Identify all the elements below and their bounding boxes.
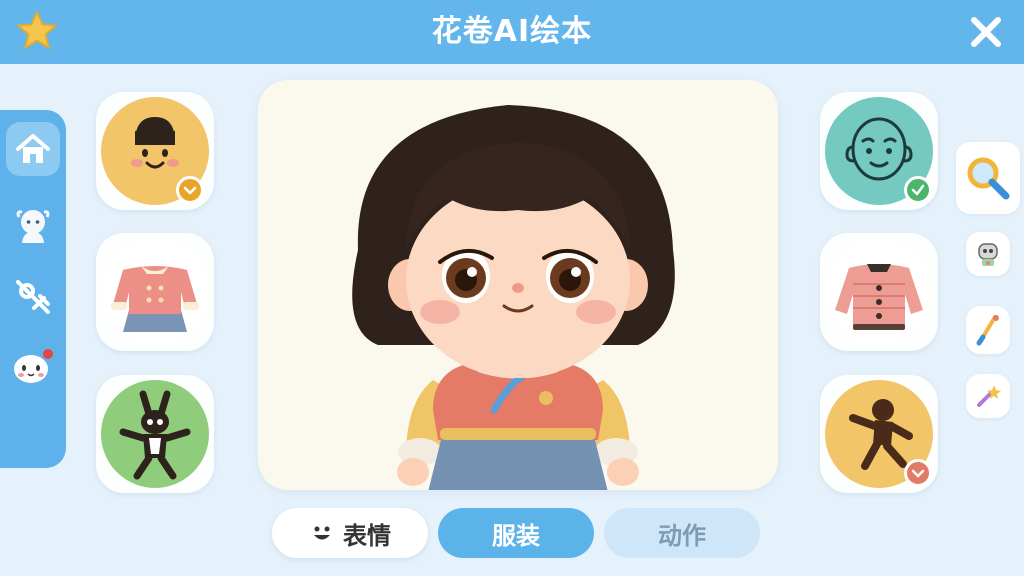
girl-character-illustration — [352, 105, 675, 490]
settings-tool-icon — [16, 280, 50, 314]
tool-search[interactable] — [956, 142, 1020, 214]
tab-action-label: 动作 — [658, 521, 706, 550]
rabbit-pose-icon — [119, 390, 191, 480]
app-title: 花卷AI绘本 — [431, 14, 593, 49]
tab-action[interactable]: 动作 — [604, 508, 760, 558]
avatar-icon — [16, 210, 50, 243]
selected-badge — [904, 459, 932, 487]
character-preview — [258, 80, 778, 490]
right-option-jacket[interactable] — [820, 233, 938, 351]
left-option-pose[interactable] — [96, 375, 214, 493]
nav-avatar[interactable] — [6, 198, 60, 252]
home-icon — [16, 134, 50, 163]
tool-robot-sticker[interactable] — [966, 232, 1010, 276]
magic-wand-icon — [977, 385, 1001, 407]
jacket-icon — [835, 264, 923, 330]
left-nav — [0, 110, 66, 468]
right-option-dance-pose[interactable] — [820, 375, 938, 493]
left-option-outfit[interactable] — [96, 233, 214, 351]
nav-settings[interactable] — [6, 270, 60, 324]
tool-paintbrush[interactable] — [966, 306, 1010, 354]
tab-expression[interactable]: 表情 — [272, 508, 428, 558]
left-option-face[interactable] — [96, 92, 214, 210]
tab-clothing-label: 服装 — [492, 521, 540, 550]
right-option-face-outline[interactable] — [820, 92, 938, 210]
magnifier-icon — [967, 157, 1010, 200]
nav-pet[interactable] — [6, 340, 60, 394]
selected-badge — [176, 176, 204, 204]
smile-icon — [314, 526, 330, 540]
tool-magic-wand[interactable] — [966, 374, 1010, 418]
nav-home[interactable] — [6, 122, 60, 176]
close-icon[interactable] — [966, 12, 1006, 52]
tab-expression-label: 表情 — [343, 521, 391, 550]
tab-clothing[interactable]: 服装 — [438, 508, 594, 558]
pet-icon — [14, 349, 53, 383]
outfit-icon — [111, 266, 199, 332]
robot-sticker-icon — [978, 243, 998, 266]
notification-dot — [43, 349, 53, 359]
top-bar: 花卷AI绘本 — [0, 0, 1024, 64]
selected-badge — [904, 176, 932, 204]
paintbrush-icon — [976, 315, 999, 346]
